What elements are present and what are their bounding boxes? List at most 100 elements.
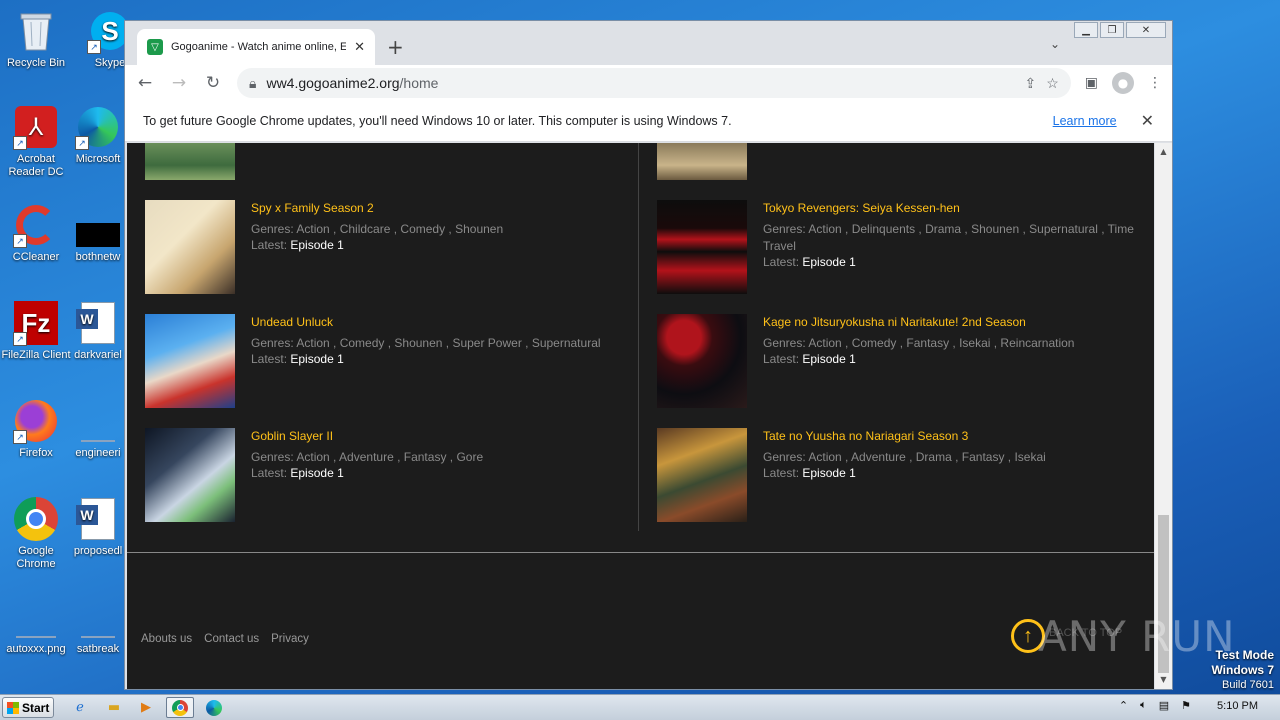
network-icon[interactable]: ▤ (1159, 699, 1169, 712)
start-label: Start (22, 700, 50, 715)
anime-latest: Latest: Episode 1 (251, 466, 641, 480)
anime-thumbnail[interactable] (145, 143, 235, 180)
action-center-flag-icon[interactable]: ⚑ (1181, 699, 1191, 712)
update-infobar: To get future Google Chrome updates, you… (125, 101, 1172, 142)
anime-item: Spy x Family Season 2 Genres: Action , C… (145, 200, 641, 296)
anime-latest: Latest: Episode 1 (251, 352, 641, 366)
anime-thumbnail[interactable] (145, 428, 235, 522)
page-scrollbar[interactable]: ▲ ▼ (1155, 143, 1172, 689)
volume-icon[interactable]: 🔈︎ (1140, 699, 1147, 712)
os-label: Windows 7 (1211, 663, 1274, 677)
chrome-icon (13, 496, 59, 542)
blank-file-icon (75, 594, 121, 640)
footer-links: Abouts us Contact us Privacy (141, 633, 309, 645)
shortcut-arrow-icon: ↗ (13, 332, 27, 346)
latest-label: Latest: (763, 466, 800, 480)
desktop-icon-label: Recycle Bin (6, 57, 66, 69)
share-icon[interactable]: ⇪ (1024, 75, 1036, 92)
anime-thumbnail[interactable] (145, 314, 235, 408)
side-panel-icon[interactable]: ▣ (1085, 75, 1098, 91)
latest-episode-link[interactable]: Episode 1 (802, 352, 855, 366)
anime-item: Goblin Slayer II Genres: Action , Advent… (145, 428, 641, 524)
forward-arrow-icon[interactable]: → (169, 73, 189, 93)
anime-title-link[interactable]: Spy x Family Season 2 (251, 201, 641, 215)
tab-title: Gogoanime - Watch anime online, Er (171, 41, 347, 53)
latest-episode-link[interactable]: Episode 1 (290, 352, 343, 366)
edge-icon: ↗ (75, 104, 121, 150)
taskbar-explorer-icon[interactable]: ▬ (100, 697, 128, 718)
tab-gogoanime[interactable]: ▽ Gogoanime - Watch anime online, Er ✕ (137, 29, 375, 65)
url-text[interactable]: ww4.gogoanime2.org/home (266, 75, 1014, 91)
anime-title-link[interactable]: Goblin Slayer II (251, 429, 641, 443)
tab-search-chevron-icon[interactable]: ⌄ (1050, 37, 1060, 51)
word-document-icon: W (75, 496, 121, 542)
anime-genres: Genres: Action , Delinquents , Drama , S… (763, 222, 1134, 253)
taskbar-edge-icon[interactable] (200, 697, 228, 718)
acrobat-icon: ⅄ ↗ (13, 104, 59, 150)
image-file-icon (13, 594, 59, 640)
desktop-icon-recycle-bin[interactable]: Recycle Bin (0, 8, 72, 70)
lock-icon[interactable]: 🔒︎ (249, 75, 256, 92)
chrome-menu-icon[interactable]: ⋮ (1148, 75, 1162, 91)
ccleaner-icon: ↗ (13, 202, 59, 248)
anyrun-watermark: ANY RUN (1038, 612, 1236, 661)
taskbar-chrome-icon[interactable] (166, 697, 194, 718)
learn-more-link[interactable]: Learn more (1053, 114, 1117, 128)
footer-link-about[interactable]: Abouts us (141, 633, 192, 645)
black-file-icon (75, 202, 121, 248)
anime-title-link[interactable]: Undead Unluck (251, 315, 641, 329)
anime-title-link[interactable]: Tate no Yuusha no Nariagari Season 3 (763, 429, 1153, 443)
anime-item: Tate no Yuusha no Nariagari Season 3 Gen… (657, 428, 1153, 524)
anime-title-link[interactable]: Kage no Jitsuryokusha ni Naritakute! 2nd… (763, 315, 1153, 329)
anime-thumbnail[interactable] (657, 428, 747, 522)
anime-latest: Latest: Episode 1 (763, 352, 1153, 366)
tab-close-icon[interactable]: ✕ (354, 40, 365, 55)
anime-latest: Latest: Episode 1 (763, 255, 1153, 269)
shortcut-arrow-icon: ↗ (87, 40, 101, 54)
address-bar[interactable]: 🔒︎ ww4.gogoanime2.org/home ⇪ ☆ (237, 68, 1071, 98)
filezilla-icon: Fz ↗ (13, 300, 59, 346)
latest-label: Latest: (251, 466, 288, 480)
chrome-window: ▁ ❐ ✕ ▽ Gogoanime - Watch anime online, … (124, 20, 1173, 690)
profile-avatar-icon[interactable]: ● (1112, 72, 1134, 94)
footer-divider (127, 552, 1154, 553)
taskbar-media-player-icon[interactable]: ▶ (132, 697, 160, 718)
anime-thumbnail[interactable] (657, 143, 747, 180)
reload-icon[interactable]: ↻ (203, 73, 223, 93)
scroll-up-arrow-icon[interactable]: ▲ (1155, 145, 1172, 159)
scroll-down-arrow-icon[interactable]: ▼ (1155, 673, 1172, 687)
bookmark-star-icon[interactable]: ☆ (1046, 75, 1059, 92)
latest-episode-link[interactable]: Episode 1 (290, 466, 343, 480)
footer-link-contact[interactable]: Contact us (204, 633, 259, 645)
anime-thumbnail[interactable] (657, 314, 747, 408)
new-tab-button[interactable]: + (387, 35, 404, 59)
infobar-message: To get future Google Chrome updates, you… (143, 114, 732, 128)
word-document-icon: W (75, 300, 121, 346)
latest-episode-link[interactable]: Episode 1 (290, 238, 343, 252)
latest-label: Latest: (251, 352, 288, 366)
blank-file-icon (75, 398, 121, 444)
anime-genres: Genres: Action , Childcare , Comedy , Sh… (251, 222, 504, 236)
anime-thumbnail[interactable] (145, 200, 235, 294)
anime-genres: Genres: Action , Comedy , Fantasy , Isek… (763, 336, 1075, 350)
start-button[interactable]: Start (2, 697, 54, 718)
tab-bar: ▽ Gogoanime - Watch anime online, Er ✕ +… (125, 21, 1172, 65)
anime-item: Undead Unluck Genres: Action , Comedy , … (145, 314, 641, 410)
taskbar-ie-icon[interactable]: ℯ (66, 697, 94, 718)
latest-episode-link[interactable]: Episode 1 (802, 466, 855, 480)
tray-expand-icon[interactable]: ⌃ (1119, 699, 1128, 712)
page-content: Spy x Family Season 2 Genres: Action , C… (127, 143, 1154, 689)
test-mode-label: Test Mode (1215, 648, 1274, 662)
anime-title-link[interactable]: Tokyo Revengers: Seiya Kessen-hen (763, 201, 1153, 215)
clock[interactable]: 5:10 PM (1217, 700, 1258, 712)
system-tray: ⌃ 🔈︎ ▤ ⚑ 5:10 PM (1119, 699, 1270, 712)
taskbar: Start ℯ ▬ ▶ ⌃ 🔈︎ ▤ ⚑ 5:10 PM (0, 694, 1280, 720)
anime-item: Kage no Jitsuryokusha ni Naritakute! 2nd… (657, 314, 1153, 410)
back-arrow-icon[interactable]: ← (135, 73, 155, 93)
anime-thumbnail[interactable] (657, 200, 747, 294)
infobar-close-icon[interactable]: ✕ (1141, 111, 1154, 131)
latest-episode-link[interactable]: Episode 1 (802, 255, 855, 269)
anime-genres: Genres: Action , Comedy , Shounen , Supe… (251, 336, 601, 350)
footer-link-privacy[interactable]: Privacy (271, 633, 309, 645)
gogoanime-favicon-icon: ▽ (147, 39, 163, 55)
